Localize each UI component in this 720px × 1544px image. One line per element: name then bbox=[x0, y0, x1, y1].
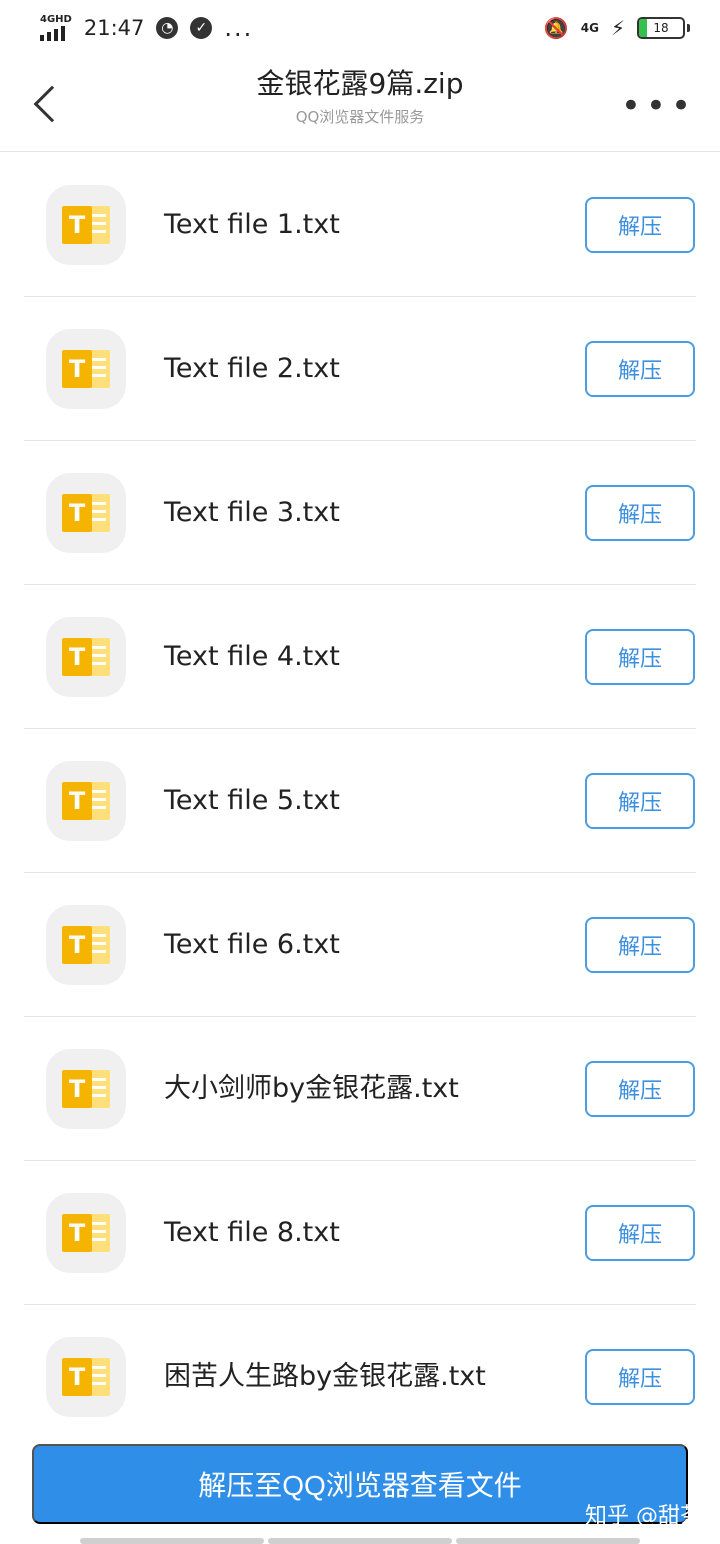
list-item: T Text file 2.txt 解压 bbox=[0, 297, 720, 441]
list-item: T Text file 5.txt 解压 bbox=[0, 729, 720, 873]
file-name: 困苦人生路by金银花露.txt bbox=[164, 1361, 486, 1392]
list-item: T Text file 1.txt 解压 bbox=[0, 153, 720, 297]
unzip-button[interactable]: 解压 bbox=[585, 773, 695, 829]
list-item: T Text file 4.txt 解压 bbox=[0, 585, 720, 729]
more-button[interactable]: ••• bbox=[621, 86, 696, 126]
list-item: T Text file 6.txt 解压 bbox=[0, 873, 720, 1017]
charging-icon: ⚡ bbox=[610, 16, 625, 40]
network-label-left: 4GHD bbox=[40, 14, 72, 25]
text-file-icon: T bbox=[46, 761, 126, 841]
page-subtitle: QQ浏览器文件服务 bbox=[295, 108, 425, 126]
watermark: 知乎 @甜茶 bbox=[585, 1504, 702, 1529]
file-name: Text file 5.txt bbox=[164, 785, 340, 816]
unzip-button[interactable]: 解压 bbox=[585, 341, 695, 397]
timer-icon: ◔ bbox=[156, 17, 179, 39]
chevron-left-icon bbox=[33, 85, 71, 123]
file-name: Text file 8.txt bbox=[164, 1217, 340, 1248]
list-item: T Text file 8.txt 解压 bbox=[0, 1161, 720, 1305]
file-name: Text file 4.txt bbox=[164, 641, 340, 672]
text-file-icon: T bbox=[46, 329, 126, 409]
battery-icon: 18 bbox=[637, 17, 690, 39]
file-name: Text file 2.txt bbox=[164, 353, 340, 384]
network-label-right: 4G bbox=[580, 21, 599, 35]
network-indicator-left: 4GHD bbox=[40, 15, 72, 41]
unzip-button[interactable]: 解压 bbox=[585, 1349, 695, 1405]
status-right: 🔕 4G ⚡ 18 bbox=[544, 16, 690, 40]
unzip-button[interactable]: 解压 bbox=[585, 917, 695, 973]
bottom-panel: 解压至QQ浏览器查看文件 知乎 @甜茶 bbox=[0, 1424, 720, 1544]
status-left: 4GHD 21:47 ◔ ✓ ... bbox=[40, 15, 253, 41]
unzip-button[interactable]: 解压 bbox=[585, 629, 695, 685]
header-title-group: 金银花露9篇.zip QQ浏览器文件服务 bbox=[150, 66, 570, 128]
app-header: 金银花露9篇.zip QQ浏览器文件服务 ••• bbox=[0, 56, 720, 152]
signal-icon bbox=[40, 25, 65, 41]
battery-level: 18 bbox=[653, 21, 669, 35]
text-file-icon: T bbox=[46, 185, 126, 265]
text-file-icon: T bbox=[46, 1193, 126, 1273]
bell-off-icon: 🔕 bbox=[543, 16, 569, 40]
text-file-icon: T bbox=[46, 473, 126, 553]
unzip-button[interactable]: 解压 bbox=[585, 197, 695, 253]
text-file-icon: T bbox=[46, 1337, 126, 1417]
gesture-bar bbox=[80, 1538, 640, 1544]
status-more: ... bbox=[224, 14, 254, 42]
text-file-icon: T bbox=[46, 617, 126, 697]
file-name: Text file 1.txt bbox=[164, 209, 340, 240]
list-item: T 大小剑师by金银花露.txt 解压 bbox=[0, 1017, 720, 1161]
file-name: Text file 3.txt bbox=[164, 497, 340, 528]
list-item: T Text file 3.txt 解压 bbox=[0, 441, 720, 585]
status-bar: 4GHD 21:47 ◔ ✓ ... 🔕 4G ⚡ 18 bbox=[0, 0, 720, 56]
status-time: 21:47 bbox=[83, 16, 145, 40]
text-file-icon: T bbox=[46, 905, 126, 985]
text-file-icon: T bbox=[46, 1049, 126, 1129]
unzip-button[interactable]: 解压 bbox=[585, 485, 695, 541]
file-name: Text file 6.txt bbox=[164, 929, 340, 960]
page-title: 金银花露9篇.zip bbox=[256, 67, 464, 100]
back-button[interactable] bbox=[22, 74, 72, 134]
unzip-button[interactable]: 解压 bbox=[585, 1061, 695, 1117]
unzip-button[interactable]: 解压 bbox=[585, 1205, 695, 1261]
file-name: 大小剑师by金银花露.txt bbox=[164, 1073, 459, 1104]
check-icon: ✓ bbox=[190, 17, 213, 39]
file-list: T Text file 1.txt 解压 T Text file 2.txt 解… bbox=[0, 153, 720, 1449]
